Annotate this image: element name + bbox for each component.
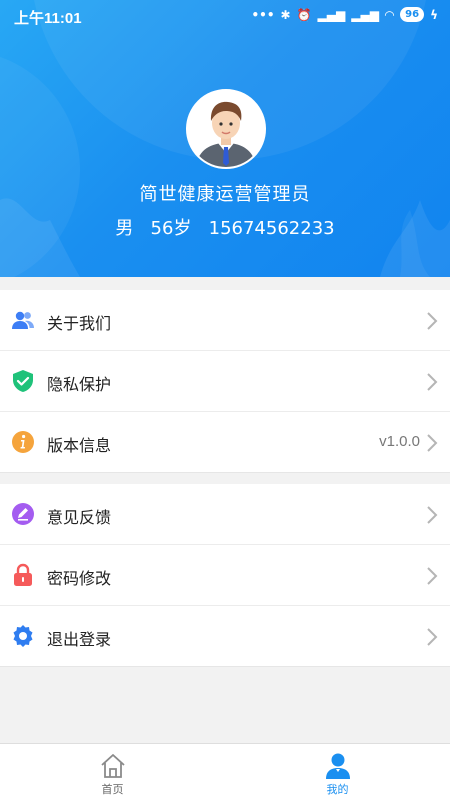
menu-item-change-password[interactable]: 密码修改 bbox=[0, 545, 450, 606]
shield-check-icon bbox=[13, 370, 33, 392]
edit-icon bbox=[12, 503, 34, 525]
chevron-right-icon bbox=[427, 628, 438, 646]
menu-item-label: 退出登录 bbox=[47, 630, 112, 649]
charging-icon: ϟ bbox=[430, 7, 438, 22]
bluetooth-icon: ✱ bbox=[280, 7, 291, 22]
chevron-right-icon bbox=[427, 312, 438, 330]
menu-item-label: 隐私保护 bbox=[47, 375, 112, 394]
chevron-right-icon bbox=[427, 567, 438, 585]
menu-item-about-us[interactable]: 关于我们 bbox=[0, 290, 450, 351]
profile-header: 上午11:01 ••• ✱ ⏰ ▂▄▆ ▂▄▆ ◠ 96 ϟ 简世健康运营管理员… bbox=[0, 0, 450, 277]
menu-group-info: 关于我们 隐私保护 版本信息 v1.0.0 bbox=[0, 290, 450, 473]
wifi-icon: ◠ bbox=[384, 7, 395, 22]
menu-item-version[interactable]: 版本信息 v1.0.0 bbox=[0, 412, 450, 473]
menu-item-privacy[interactable]: 隐私保护 bbox=[0, 351, 450, 412]
alarm-icon: ⏰ bbox=[296, 7, 312, 22]
info-icon bbox=[12, 431, 34, 453]
menu-item-label: 版本信息 bbox=[47, 436, 112, 455]
gear-icon bbox=[13, 625, 33, 647]
tab-mine[interactable]: 我的 bbox=[225, 744, 450, 800]
users-icon bbox=[12, 311, 34, 329]
bottom-tab-bar: 首页 我的 bbox=[0, 743, 450, 800]
status-bar: 上午11:01 ••• ✱ ⏰ ▂▄▆ ▂▄▆ ◠ 96 ϟ bbox=[0, 0, 450, 32]
tab-mine-label: 我的 bbox=[326, 783, 349, 796]
menu-item-label: 密码修改 bbox=[47, 569, 112, 588]
avatar[interactable] bbox=[186, 89, 266, 169]
chevron-right-icon bbox=[427, 434, 438, 452]
profile-info: 男 56岁 15674562233 bbox=[0, 214, 450, 240]
dots-icon: ••• bbox=[251, 7, 275, 22]
version-value: v1.0.0 bbox=[379, 433, 420, 450]
battery-icon: 96 bbox=[400, 7, 425, 22]
tab-home-label: 首页 bbox=[101, 783, 124, 796]
user-icon bbox=[326, 753, 350, 779]
profile-phone: 15674562233 bbox=[208, 218, 335, 239]
signal-icon: ▂▄▆ bbox=[317, 7, 346, 22]
menu-group-account: 意见反馈 密码修改 退出登录 bbox=[0, 484, 450, 667]
chevron-right-icon bbox=[427, 373, 438, 391]
home-icon bbox=[101, 754, 125, 778]
chevron-right-icon bbox=[427, 506, 438, 524]
signal-icon: ▂▄▆ bbox=[351, 7, 379, 22]
menu-item-label: 关于我们 bbox=[47, 314, 112, 333]
lock-icon bbox=[14, 563, 32, 586]
status-icons: ••• ✱ ⏰ ▂▄▆ ▂▄▆ ◠ 96 ϟ bbox=[252, 7, 438, 22]
profile-age: 56岁 bbox=[150, 218, 192, 239]
avatar-person-icon bbox=[188, 91, 264, 167]
menu-item-feedback[interactable]: 意见反馈 bbox=[0, 484, 450, 545]
menu-item-logout[interactable]: 退出登录 bbox=[0, 606, 450, 667]
tab-home[interactable]: 首页 bbox=[0, 744, 225, 800]
menu-item-label: 意见反馈 bbox=[47, 508, 112, 527]
status-time: 上午11:01 bbox=[14, 10, 82, 27]
profile-name: 简世健康运营管理员 bbox=[139, 184, 311, 205]
profile-gender: 男 bbox=[115, 218, 134, 239]
